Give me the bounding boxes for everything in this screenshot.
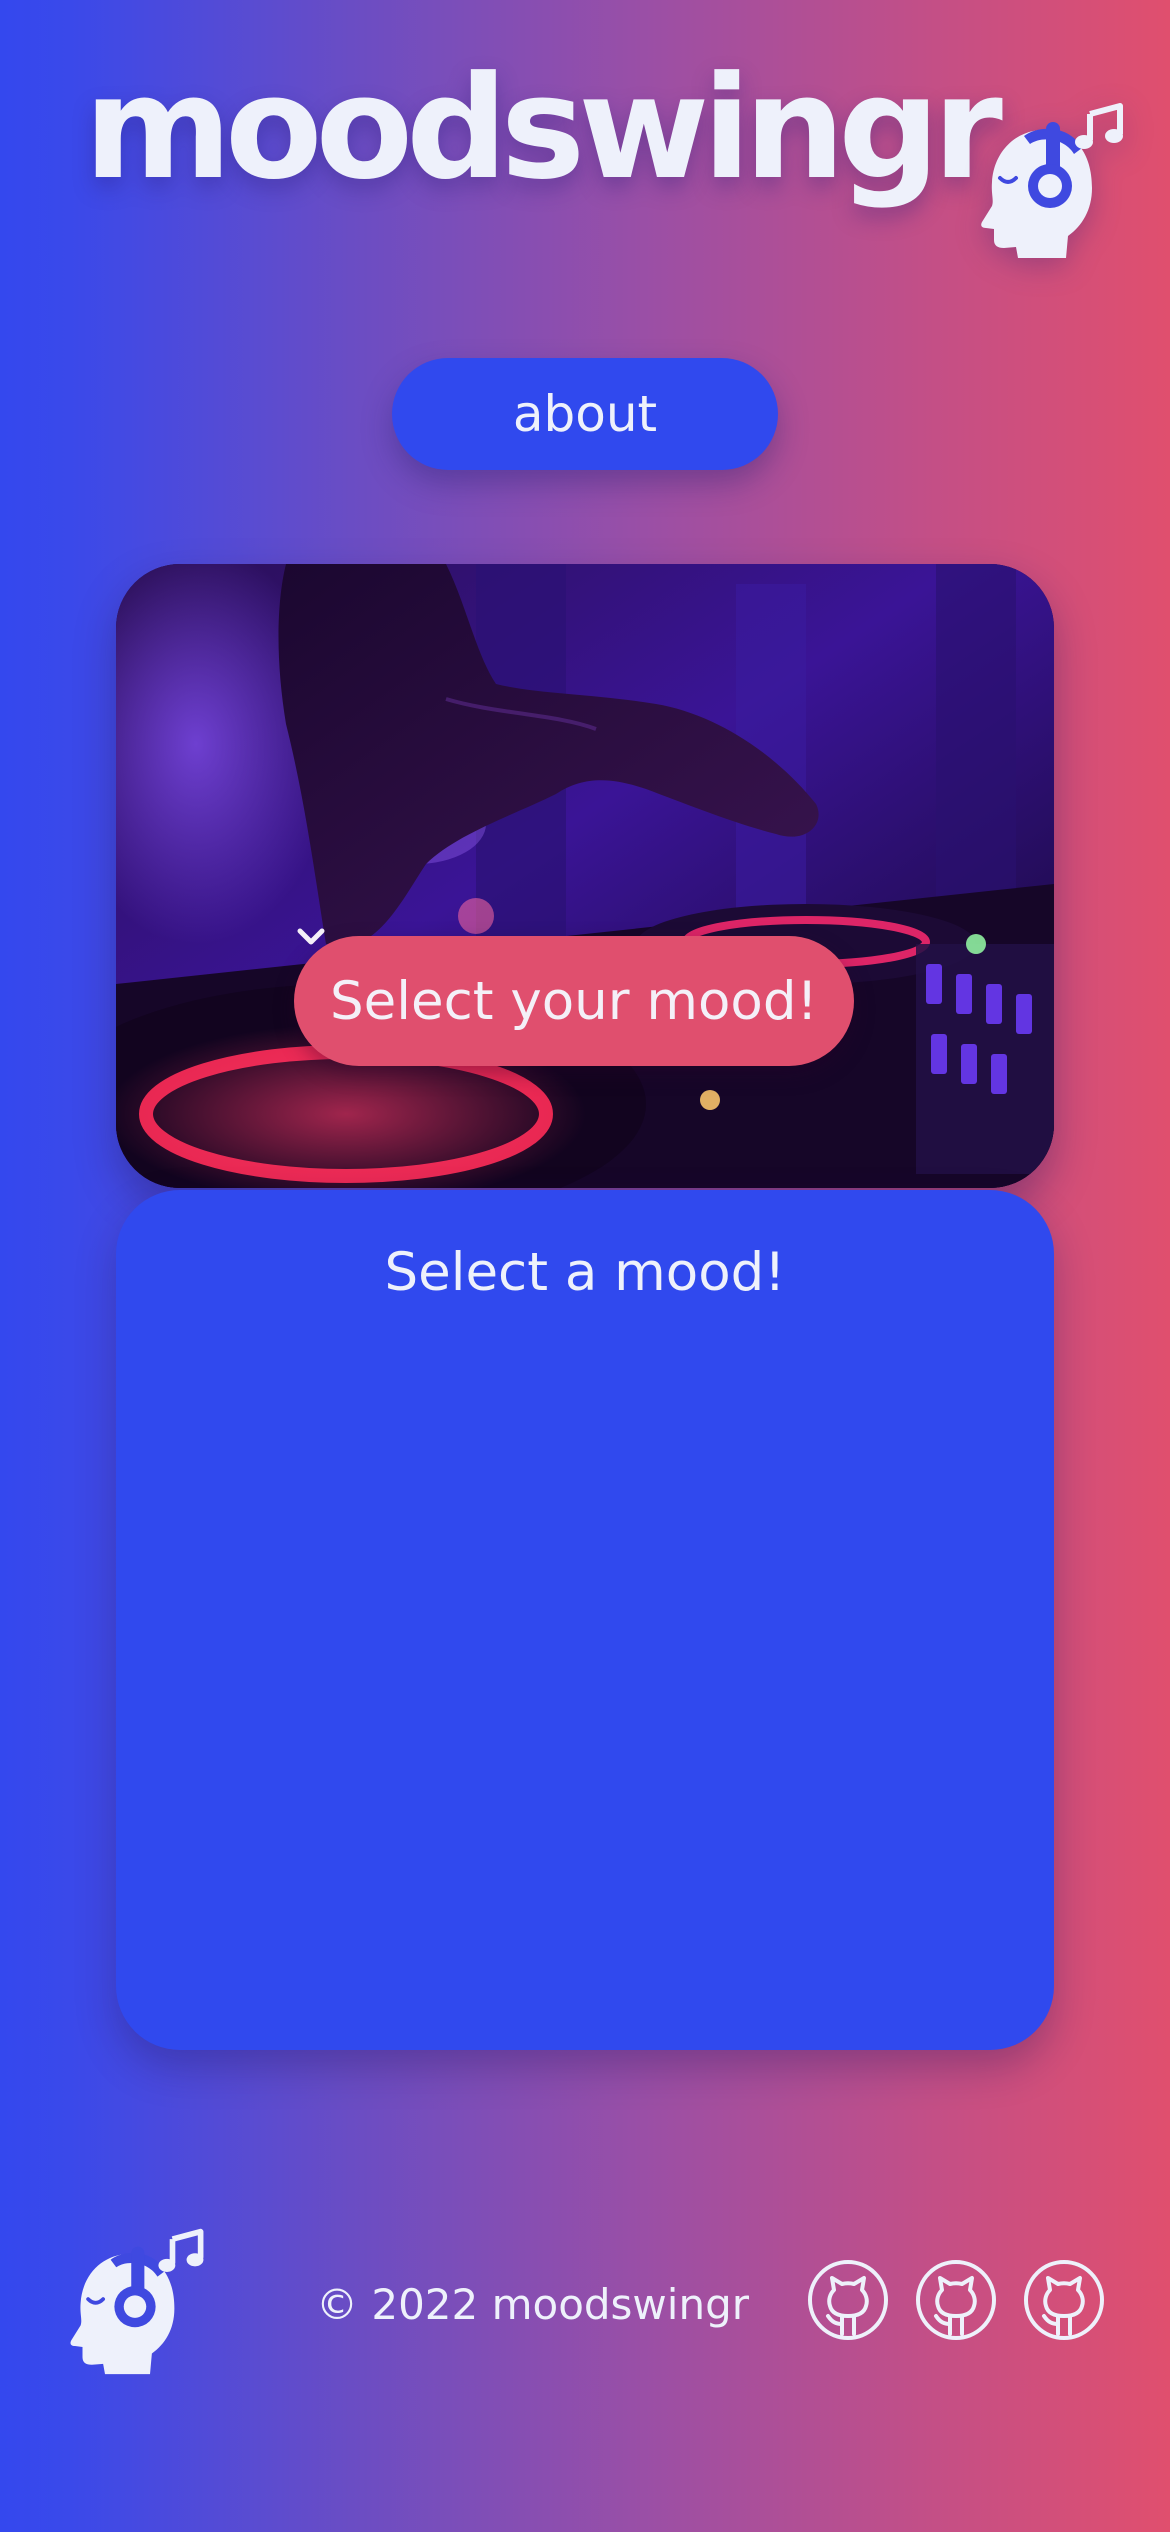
- chevron-down-icon: [297, 928, 325, 945]
- copyright-text: © 2022 moodswingr: [316, 2280, 750, 2329]
- hero-card: Select your mood!: [116, 564, 1054, 1188]
- dj-turntable-photo: [116, 564, 1054, 1188]
- headphones-head-icon: [60, 2226, 210, 2376]
- results-placeholder-text: Select a mood!: [384, 1242, 786, 1303]
- site-title[interactable]: moodswingr: [84, 58, 1003, 200]
- mood-select-dropdown[interactable]: Select your mood!: [294, 928, 854, 1066]
- mood-select-value: Select your mood!: [330, 970, 818, 1032]
- github-icon[interactable]: [806, 2258, 890, 2342]
- github-icon[interactable]: [914, 2258, 998, 2342]
- results-panel: Select a mood!: [116, 1190, 1054, 2050]
- github-icon[interactable]: [1022, 2258, 1106, 2342]
- site-header: moodswingr: [0, 0, 1170, 280]
- headphones-head-icon: [970, 100, 1130, 260]
- site-footer: © 2022 moodswingr: [0, 2200, 1170, 2400]
- about-button[interactable]: about: [392, 358, 778, 470]
